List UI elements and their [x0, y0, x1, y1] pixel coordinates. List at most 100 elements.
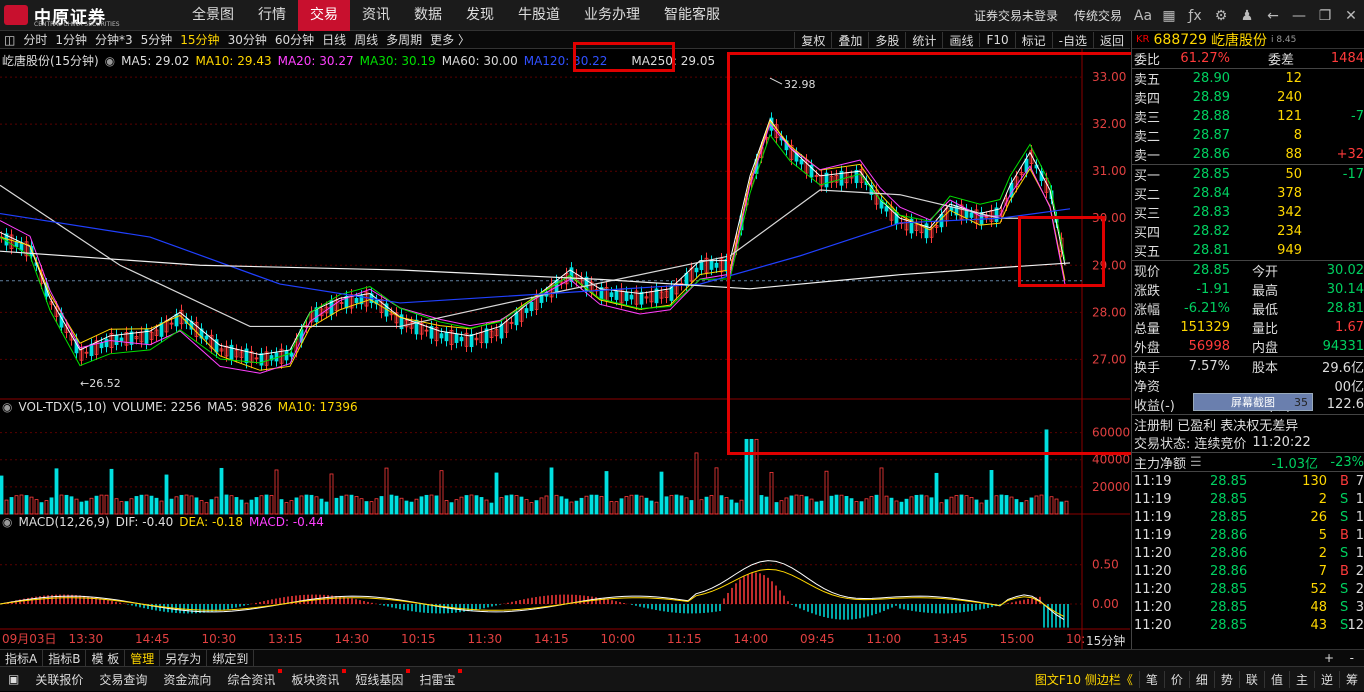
- chart-tool-4[interactable]: 画线: [942, 31, 979, 49]
- chart-tool-5[interactable]: F10: [979, 33, 1014, 47]
- side-tab-1[interactable]: 价: [1163, 671, 1189, 688]
- list-icon[interactable]: ☰: [1190, 455, 1202, 470]
- period-tab-9[interactable]: 多周期: [382, 31, 426, 48]
- chart-area[interactable]: 33.00 32.00 31.00 30.00 29.00 28.00 27.00 32.98…: [0, 42, 1171, 649]
- timeframe-label[interactable]: 15分钟: [1086, 632, 1125, 649]
- status-item-3[interactable]: 综合资讯: [219, 668, 283, 688]
- period-tab-4[interactable]: 15分钟: [176, 31, 223, 48]
- period-tab-2[interactable]: 分钟*3: [91, 31, 137, 48]
- period-tab-7[interactable]: 日线: [318, 31, 350, 48]
- ask-qty: 8: [1293, 128, 1302, 143]
- status-menu-icon[interactable]: ▣: [0, 672, 27, 686]
- screenshot-button[interactable]: 屏幕截图 35: [1193, 393, 1313, 411]
- side-tab-5[interactable]: 值: [1263, 671, 1289, 688]
- tick-row[interactable]: 11:20 28.85 43 S 12: [1132, 616, 1364, 634]
- chart-tool-2[interactable]: 多股: [868, 31, 905, 49]
- grid-icon[interactable]: ▦: [1158, 8, 1180, 24]
- indicator-tab-1[interactable]: 指标B: [43, 649, 87, 667]
- bid-row[interactable]: 买三 28.83 342: [1132, 203, 1364, 222]
- tick-row[interactable]: 11:19 28.85 130 B 7: [1132, 472, 1364, 490]
- side-tab-4[interactable]: 联: [1238, 671, 1264, 688]
- gear-icon[interactable]: ⚙: [1210, 8, 1232, 24]
- period-tab-6[interactable]: 60分钟: [271, 31, 318, 48]
- nav-item-3[interactable]: 资讯: [350, 0, 402, 31]
- indicator-tab-0[interactable]: 指标A: [0, 649, 44, 667]
- tick-row[interactable]: 11:20 28.86 7 B 2: [1132, 562, 1364, 580]
- period-tab-10[interactable]: 更多 〉: [426, 31, 474, 48]
- nav-item-7[interactable]: 业务办理: [572, 0, 652, 31]
- ask-row[interactable]: 卖四 28.89 240: [1132, 88, 1364, 107]
- bid-row[interactable]: 买四 28.82 234: [1132, 222, 1364, 241]
- tick-list[interactable]: 11:19 28.85 130 B 7 11:19 28.85 2 S 1 11:19 28.85 26…: [1132, 471, 1364, 634]
- tick-row[interactable]: 11:20 28.86 2 S 1: [1132, 544, 1364, 562]
- status-item-2[interactable]: 资金流向: [155, 671, 219, 688]
- volume-bar: [849, 498, 854, 515]
- side-tab-6[interactable]: 主: [1288, 671, 1314, 688]
- bid-row[interactable]: 买一 28.85 50 -17: [1132, 165, 1364, 184]
- indicator-tab-2[interactable]: 模 板: [86, 649, 126, 667]
- nav-item-0[interactable]: 全景图: [180, 0, 246, 31]
- nav-item-4[interactable]: 数据: [402, 0, 454, 31]
- side-tab-3[interactable]: 势: [1213, 671, 1239, 688]
- login-status[interactable]: 证券交易未登录: [974, 7, 1058, 24]
- ask-row[interactable]: 卖二 28.87 8: [1132, 126, 1364, 145]
- status-item-5[interactable]: 短线基因: [347, 668, 411, 688]
- nav-item-5[interactable]: 发现: [454, 0, 506, 31]
- chart-tool-8[interactable]: 返回: [1092, 31, 1130, 49]
- tick-row[interactable]: 11:19 28.85 26 S 1: [1132, 508, 1364, 526]
- toolbar-collapse-icon[interactable]: ◫: [0, 33, 19, 47]
- chart-tool-7[interactable]: -自选: [1051, 31, 1093, 49]
- side-tab-2[interactable]: 细: [1188, 671, 1214, 688]
- shirt-icon[interactable]: ♟: [1236, 8, 1258, 24]
- bid-row[interactable]: 买二 28.84 378: [1132, 184, 1364, 203]
- tick-row[interactable]: 11:19 28.86 5 B 1: [1132, 526, 1364, 544]
- side-tab-7[interactable]: 逆: [1313, 671, 1339, 688]
- chart-tool-0[interactable]: 复权: [794, 31, 831, 49]
- ask-row[interactable]: 卖一 28.86 88 +32: [1132, 145, 1364, 164]
- period-tab-0[interactable]: 分时: [19, 31, 51, 48]
- stock-info-icon[interactable]: i 8.45: [1271, 35, 1296, 45]
- chart-tool-3[interactable]: 统计: [905, 31, 942, 49]
- nav-item-8[interactable]: 智能客服: [652, 0, 732, 31]
- close-icon[interactable]: ✕: [1340, 8, 1362, 24]
- side-tab-0[interactable]: 笔: [1138, 671, 1164, 688]
- font-size-icon[interactable]: Aa: [1132, 8, 1154, 24]
- stock-name[interactable]: 屹唐股份: [1211, 30, 1267, 50]
- zoom-in-icon[interactable]: +: [1324, 651, 1334, 665]
- chart-tool-6[interactable]: 标记: [1014, 31, 1052, 49]
- restore-icon[interactable]: ❐: [1314, 8, 1336, 24]
- period-tab-3[interactable]: 5分钟: [137, 31, 177, 48]
- chart-tool-1[interactable]: 叠加: [831, 31, 868, 49]
- minimize-icon[interactable]: —: [1288, 8, 1310, 24]
- status-item-0[interactable]: 关联报价: [27, 671, 91, 688]
- back-arrow-icon[interactable]: ←: [1262, 8, 1284, 24]
- side-panel-toggle[interactable]: 图文F10 侧边栏《: [1029, 671, 1139, 688]
- status-item-6[interactable]: 扫雷宝: [411, 668, 463, 688]
- status-item-4[interactable]: 板块资讯: [283, 668, 347, 688]
- ask-row[interactable]: 卖三 28.88 121 -7: [1132, 107, 1364, 126]
- tick-row[interactable]: 11:20 28.85 48 S 3: [1132, 598, 1364, 616]
- volume-bar: [1014, 499, 1019, 515]
- status-item-1[interactable]: 交易查询: [91, 671, 155, 688]
- tick-row[interactable]: 11:19 28.85 2 S 1: [1132, 490, 1364, 508]
- tick-row[interactable]: 11:20 28.85 52 S 2: [1132, 580, 1364, 598]
- nav-item-1[interactable]: 行情: [246, 0, 298, 31]
- period-tab-5[interactable]: 30分钟: [224, 31, 271, 48]
- legend-toggle-icon[interactable]: ◉: [105, 54, 115, 68]
- period-tab-1[interactable]: 1分钟: [51, 31, 91, 48]
- main-flow-row[interactable]: 主力净额 ☰ -1.03亿 -23%: [1132, 452, 1364, 472]
- indicator-tab-3[interactable]: 管理: [125, 649, 161, 667]
- macd-toggle-icon[interactable]: ◉: [2, 515, 12, 529]
- trade-mode[interactable]: 传统交易: [1074, 7, 1122, 24]
- bid-row[interactable]: 买五 28.81 949: [1132, 241, 1364, 260]
- volume-toggle-icon[interactable]: ◉: [2, 400, 12, 414]
- nav-item-2[interactable]: 交易: [298, 0, 350, 31]
- zoom-out-icon[interactable]: -: [1350, 651, 1354, 665]
- side-tab-8[interactable]: 筹: [1338, 671, 1364, 688]
- indicator-tab-5[interactable]: 绑定到: [207, 649, 255, 667]
- formula-icon[interactable]: ƒx: [1184, 8, 1206, 24]
- period-tab-8[interactable]: 周线: [350, 31, 382, 48]
- indicator-tab-4[interactable]: 另存为: [160, 649, 208, 667]
- nav-item-6[interactable]: 牛股道: [506, 0, 572, 31]
- ask-row[interactable]: 卖五 28.90 12: [1132, 69, 1364, 88]
